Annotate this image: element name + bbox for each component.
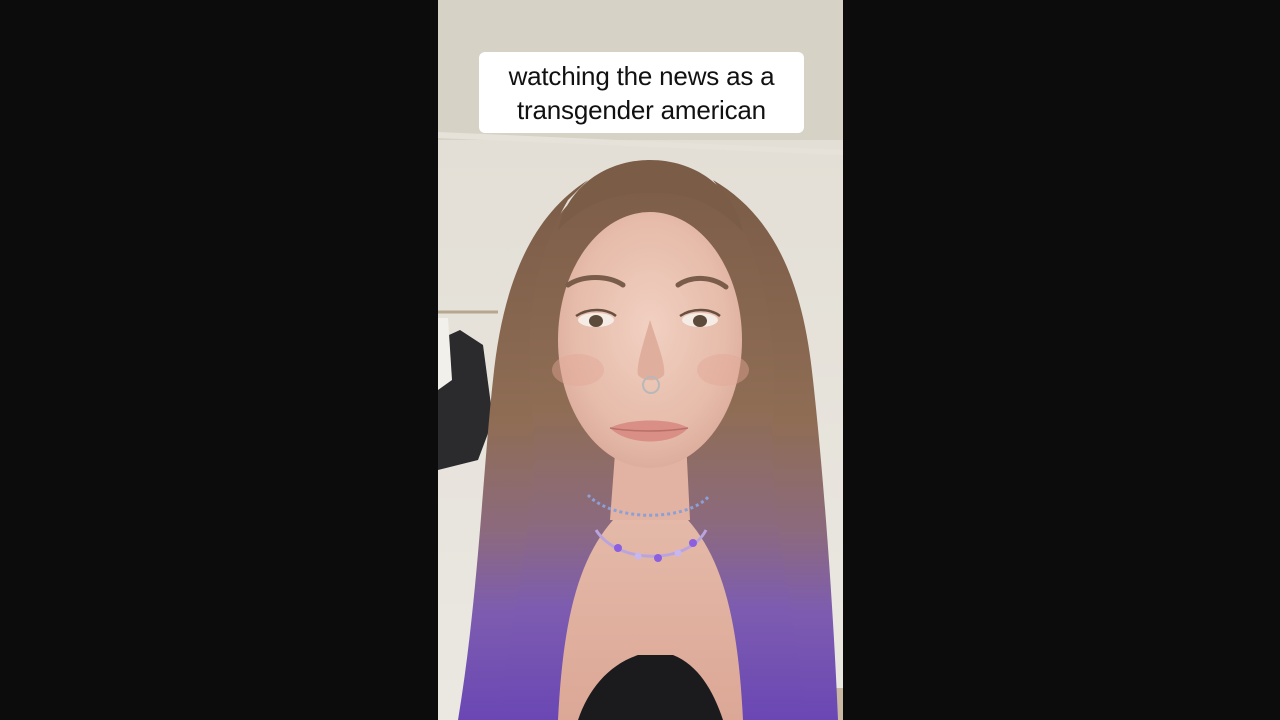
video-player[interactable]: watching the news as a transgender ameri…: [0, 0, 1280, 720]
caption-line-2: transgender american: [517, 94, 766, 125]
caption-text: watching the news as a transgender ameri…: [509, 59, 775, 127]
caption-overlay: watching the news as a transgender ameri…: [479, 52, 804, 133]
iris-left: [589, 315, 603, 327]
caption-line-1: watching the news as a: [508, 60, 775, 91]
iris-right: [693, 315, 707, 327]
